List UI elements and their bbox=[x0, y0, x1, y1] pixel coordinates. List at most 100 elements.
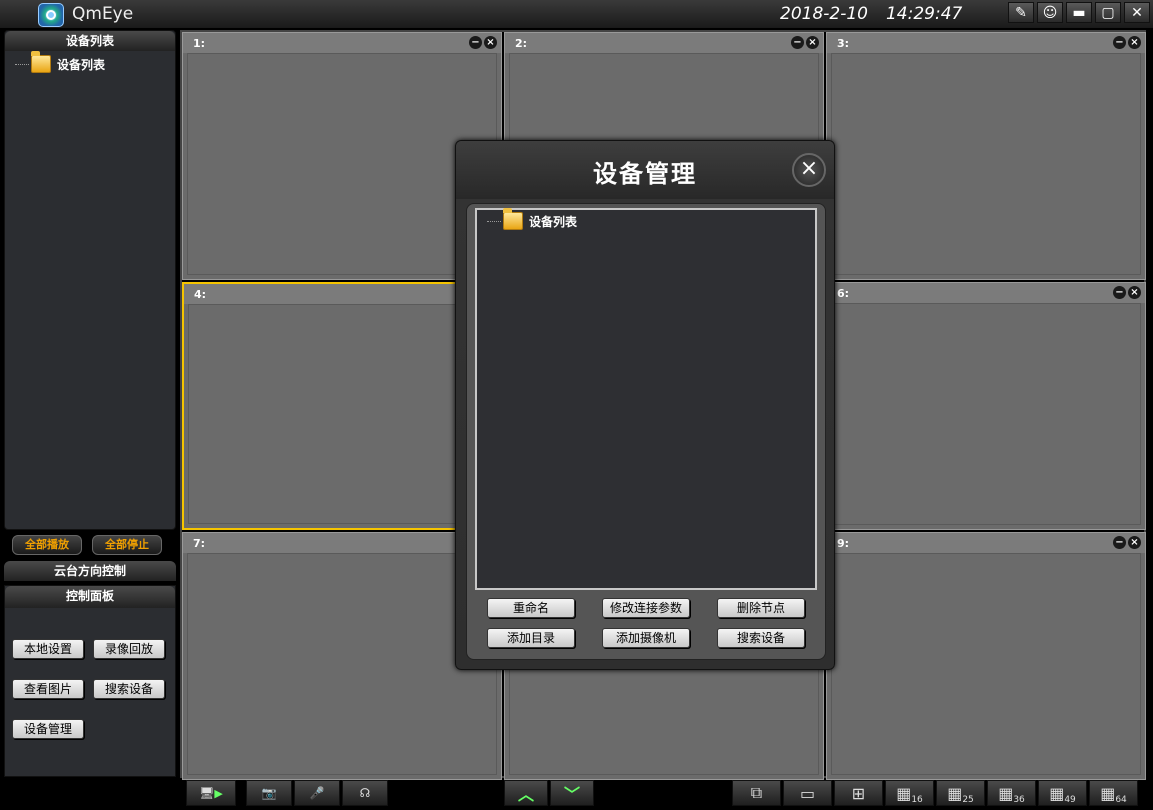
video-cell-controls: −× bbox=[1113, 36, 1141, 49]
edit-icon[interactable]: ✎ bbox=[1008, 2, 1034, 23]
video-cell-header: 6: − × bbox=[827, 283, 1145, 303]
video-cell-6[interactable]: 6: − × bbox=[826, 282, 1146, 530]
video-cell-controls: −× bbox=[1113, 536, 1141, 549]
rename-button[interactable]: 重命名 bbox=[487, 598, 575, 618]
search-device-button[interactable]: 搜索设备 bbox=[93, 679, 165, 699]
edit-connection-button[interactable]: 修改连接参数 bbox=[602, 598, 690, 618]
device-tree-root[interactable]: 设备列表 bbox=[15, 51, 175, 73]
bottom-toolbar: 🖥 ▶ 📷 🎤 ☊ ︿ ﹀ ⧉ ▭ ⊞ ▦ 16 ▦ 25 ▦ 36 ▦ 49 ▦ 64 bbox=[180, 780, 1146, 808]
dialog-tree-root[interactable]: 设备列表 bbox=[487, 208, 815, 230]
folder-icon bbox=[31, 51, 51, 73]
minimize-icon[interactable]: ▬ bbox=[1066, 2, 1092, 23]
scroll-down-button[interactable]: ﹀ bbox=[550, 780, 594, 806]
layout-4-icon[interactable]: ▭ bbox=[783, 780, 832, 806]
layout-grid-glyph: ⧉ bbox=[750, 783, 763, 802]
monitor-play-icon[interactable]: 🖥 ▶ bbox=[186, 780, 236, 806]
video-cell-label: 6: bbox=[837, 287, 850, 300]
video-cell-header: 4:−× bbox=[184, 284, 500, 304]
device-list-panel: 设备列表 设备列表 bbox=[4, 30, 176, 530]
minimize-cell-icon[interactable]: − bbox=[1113, 36, 1126, 49]
minimize-cell-icon[interactable]: − bbox=[791, 36, 804, 49]
video-area[interactable] bbox=[831, 303, 1141, 525]
delete-node-button[interactable]: 删除节点 bbox=[717, 598, 805, 618]
video-area[interactable] bbox=[187, 553, 497, 775]
video-area[interactable] bbox=[187, 53, 497, 275]
datetime-display: 2018-2-10 14:29:47 bbox=[780, 4, 962, 24]
control-panel-header[interactable]: 控制面板 bbox=[5, 586, 175, 608]
layout-49-icon[interactable]: ▦ 49 bbox=[1038, 780, 1087, 806]
close-cell-icon[interactable]: × bbox=[1128, 286, 1141, 299]
video-cell-controls: −× bbox=[791, 36, 819, 49]
time-text: 14:29:47 bbox=[885, 4, 963, 24]
device-management-dialog: 设备管理 × 设备列表 重命名 修改连接参数 删除节点 添加目录 添加摄像机 搜… bbox=[455, 140, 835, 670]
video-cell-label: 2: bbox=[515, 37, 528, 50]
layout-count-label: 16 bbox=[911, 795, 923, 805]
app-title: QmEye bbox=[72, 4, 134, 24]
layout-count-label: 49 bbox=[1064, 795, 1076, 805]
playback-button[interactable]: 录像回放 bbox=[93, 639, 165, 659]
add-camera-button[interactable]: 添加摄像机 bbox=[602, 628, 690, 648]
dialog-title: 设备管理 bbox=[593, 160, 697, 188]
video-cell-7[interactable]: 7:−× bbox=[182, 532, 502, 780]
close-icon[interactable]: ✕ bbox=[1124, 2, 1150, 23]
layout-16-icon[interactable]: ▦ 16 bbox=[885, 780, 934, 806]
layout-grid-glyph: ▦ bbox=[1049, 783, 1065, 803]
close-cell-icon[interactable]: × bbox=[1128, 536, 1141, 549]
video-cell-1[interactable]: 1: − × bbox=[182, 32, 502, 280]
add-directory-button[interactable]: 添加目录 bbox=[487, 628, 575, 648]
app-logo-icon bbox=[38, 3, 64, 27]
layout-64-icon[interactable]: ▦ 64 bbox=[1089, 780, 1138, 806]
layout-1-icon[interactable]: ⧉ bbox=[732, 780, 781, 806]
video-cell-label: 3: bbox=[837, 37, 850, 50]
scroll-up-button[interactable]: ︿ bbox=[504, 780, 548, 806]
minimize-cell-icon[interactable]: − bbox=[1113, 286, 1126, 299]
play-all-button[interactable]: 全部播放 bbox=[12, 535, 82, 555]
camera-snapshot-icon[interactable]: 📷 bbox=[246, 780, 292, 806]
local-settings-button[interactable]: 本地设置 bbox=[12, 639, 84, 659]
tree-connector bbox=[15, 63, 29, 65]
view-pictures-button[interactable]: 查看图片 bbox=[12, 679, 84, 699]
video-cell-header: 9: − × bbox=[827, 533, 1145, 553]
close-cell-icon[interactable]: × bbox=[1128, 36, 1141, 49]
video-cell-header: 3: − × bbox=[827, 33, 1145, 53]
title-bar: QmEye 2018-2-10 14:29:47 ✎ ☺ ▬ ▢ ✕ bbox=[0, 0, 1153, 29]
control-panel: 控制面板 本地设置 录像回放 查看图片 搜索设备 设备管理 bbox=[4, 585, 176, 777]
talk-icon[interactable]: ☊ bbox=[342, 780, 388, 806]
layout-grid-glyph: ▦ bbox=[947, 783, 963, 803]
video-cell-label: 4: bbox=[194, 288, 207, 301]
close-cell-icon[interactable]: × bbox=[484, 36, 497, 49]
dialog-device-tree[interactable]: 设备列表 bbox=[475, 208, 817, 590]
folder-icon bbox=[503, 208, 523, 230]
ptz-control-header[interactable]: 云台方向控制 bbox=[4, 561, 176, 581]
dialog-tree-root-label: 设备列表 bbox=[529, 214, 578, 229]
video-area[interactable] bbox=[831, 553, 1141, 775]
device-manage-button[interactable]: 设备管理 bbox=[12, 719, 84, 739]
microphone-icon[interactable]: 🎤 bbox=[294, 780, 340, 806]
close-cell-icon[interactable]: × bbox=[806, 36, 819, 49]
video-cell-9[interactable]: 9: − × bbox=[826, 532, 1146, 780]
user-icon[interactable]: ☺ bbox=[1037, 2, 1063, 23]
stop-all-button[interactable]: 全部停止 bbox=[92, 535, 162, 555]
video-cell-label: 1: bbox=[193, 37, 206, 50]
video-cell-3[interactable]: 3: − × bbox=[826, 32, 1146, 280]
layout-count-label: 36 bbox=[1013, 795, 1025, 805]
video-area[interactable] bbox=[188, 304, 496, 524]
minimize-cell-icon[interactable]: − bbox=[1113, 536, 1126, 549]
minimize-cell-icon[interactable]: − bbox=[469, 36, 482, 49]
layout-9-icon[interactable]: ⊞ bbox=[834, 780, 883, 806]
video-cell-controls: −× bbox=[469, 36, 497, 49]
date-text: 2018-2-10 bbox=[780, 4, 868, 24]
tree-connector bbox=[487, 220, 501, 222]
video-cell-header: 2: − × bbox=[505, 33, 823, 53]
search-device-dialog-button[interactable]: 搜索设备 bbox=[717, 628, 805, 648]
video-cell-controls: −× bbox=[1113, 286, 1141, 299]
video-cell-label: 9: bbox=[837, 537, 850, 550]
layout-25-icon[interactable]: ▦ 25 bbox=[936, 780, 985, 806]
video-cell-header: 1: − × bbox=[183, 33, 501, 53]
video-cell-4[interactable]: 4:−× bbox=[182, 282, 502, 530]
layout-36-icon[interactable]: ▦ 36 bbox=[987, 780, 1036, 806]
maximize-icon[interactable]: ▢ bbox=[1095, 2, 1121, 23]
video-area[interactable] bbox=[831, 53, 1141, 275]
layout-grid-glyph: ⊞ bbox=[851, 783, 866, 803]
dialog-close-icon[interactable]: × bbox=[792, 153, 826, 187]
